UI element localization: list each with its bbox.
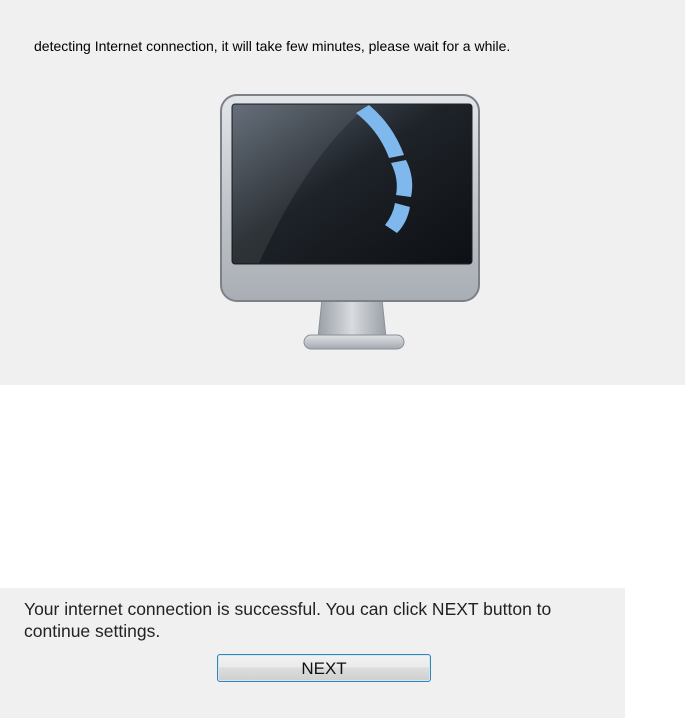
page: detecting Internet connection, it will t… <box>0 0 685 718</box>
detecting-panel: detecting Internet connection, it will t… <box>0 0 685 385</box>
success-message: Your internet connection is successful. … <box>24 599 552 641</box>
monitor-icon <box>220 94 480 350</box>
detecting-message: detecting Internet connection, it will t… <box>34 38 511 54</box>
success-panel: Your internet connection is successful. … <box>0 588 625 718</box>
next-button[interactable]: NEXT <box>217 654 431 682</box>
